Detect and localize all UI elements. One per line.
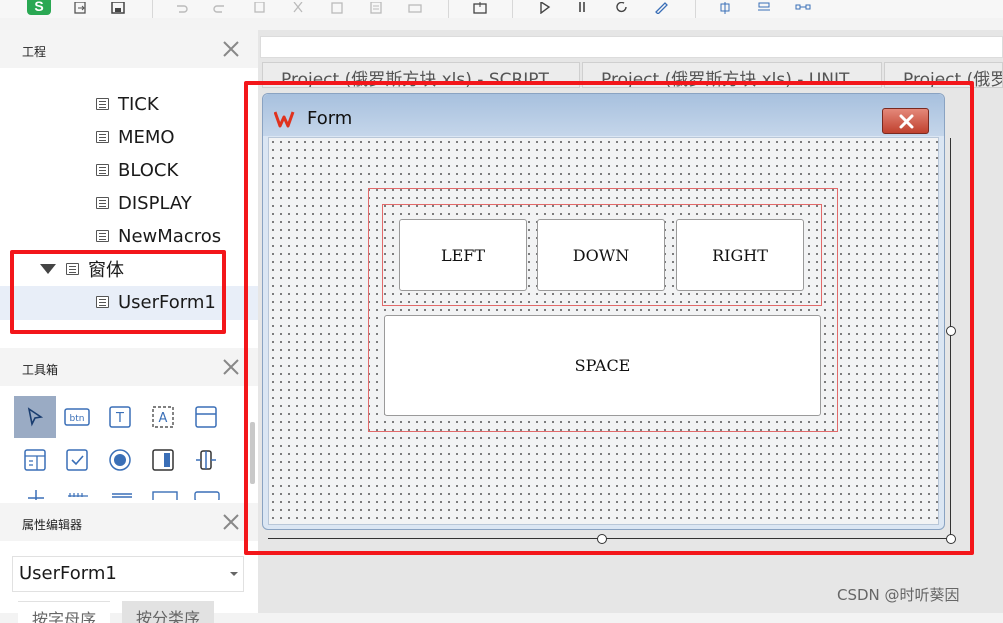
chevron-down-icon — [230, 572, 238, 576]
tree-item-label: DISPLAY — [118, 192, 192, 214]
module-icon — [96, 230, 109, 242]
property-object-select[interactable]: UserForm1 — [12, 556, 244, 592]
tree-item-label: MEMO — [118, 126, 175, 148]
redo-icon[interactable] — [210, 0, 230, 14]
toolbar: S — [0, 0, 1003, 18]
toggle-button-tool-icon[interactable] — [142, 439, 184, 481]
scrollbar-tool-icon[interactable] — [26, 490, 46, 500]
toolbox-overflow-row — [0, 484, 250, 500]
save-icon[interactable] — [108, 0, 128, 14]
property-panel-title: 属性编辑器 — [22, 518, 83, 532]
tree-item-label: TICK — [118, 93, 159, 115]
app-logo-icon: S — [27, 0, 51, 15]
textbox-tool-icon[interactable]: A — [142, 396, 184, 438]
label-tool-text: T — [115, 411, 124, 426]
distribute-icon[interactable] — [754, 0, 774, 14]
label-tool-icon[interactable]: T — [99, 396, 141, 438]
cut-icon[interactable] — [288, 0, 308, 14]
close-icon[interactable] — [222, 513, 240, 531]
run-icon[interactable] — [534, 0, 554, 14]
watermark: CSDN @时听葵因 — [837, 586, 960, 604]
tabstrip-tool-icon[interactable] — [66, 490, 90, 500]
tree-item-block[interactable]: BLOCK — [96, 154, 178, 186]
project-panel-title: 工程 — [22, 45, 47, 59]
module-icon — [96, 131, 109, 143]
reset-icon[interactable] — [612, 0, 632, 14]
button-tool-icon[interactable] — [194, 490, 220, 500]
pause-icon[interactable] — [572, 0, 592, 14]
annotation-highlight-form — [244, 81, 974, 555]
pointer-tool-icon[interactable] — [14, 396, 56, 438]
undo-icon[interactable] — [171, 0, 191, 14]
align-icon[interactable] — [715, 0, 735, 14]
tab-categorized[interactable]: 按分类序 — [122, 601, 215, 623]
multipage-tool-icon[interactable] — [110, 490, 134, 500]
property-panel-header: 属性编辑器 — [0, 503, 258, 541]
design-mode-icon[interactable] — [652, 0, 672, 14]
close-icon[interactable] — [222, 358, 240, 376]
tree-item-memo[interactable]: MEMO — [96, 121, 175, 153]
print-icon[interactable] — [405, 0, 425, 14]
editor-address-strip — [260, 36, 1003, 58]
property-object-value: UserForm1 — [19, 563, 117, 584]
tree-item-tick[interactable]: TICK — [96, 88, 159, 120]
module-icon — [96, 164, 109, 176]
checkbox-tool-icon[interactable] — [56, 439, 98, 481]
toolbox-panel-header: 工具箱 — [0, 348, 258, 386]
spin-button-tool-icon[interactable] — [185, 439, 227, 481]
toolbox-panel-title: 工具箱 — [22, 363, 59, 377]
export-icon[interactable] — [70, 0, 90, 14]
paste-icon[interactable] — [327, 0, 347, 14]
insert-form-icon[interactable] — [470, 0, 490, 14]
project-panel-header: 工程 — [0, 30, 258, 68]
tree-item-label: BLOCK — [118, 159, 179, 181]
tree-item-label: NewMacros — [118, 225, 222, 247]
copy-icon[interactable] — [250, 0, 270, 14]
module-icon — [96, 197, 109, 209]
combobox-tool-icon[interactable] — [14, 439, 56, 481]
textbox-tool-text: A — [159, 411, 168, 426]
option-button-tool-icon[interactable] — [99, 439, 141, 481]
spacing-icon[interactable] — [793, 0, 813, 14]
paste-special-icon[interactable] — [366, 0, 386, 14]
btn-text: btn — [70, 414, 85, 424]
module-icon — [96, 98, 109, 110]
annotation-highlight-tree — [10, 250, 226, 334]
image-tool-icon[interactable] — [152, 490, 178, 500]
command-button-tool-icon[interactable]: btn — [56, 396, 98, 438]
tree-item-display[interactable]: DISPLAY — [96, 187, 192, 219]
tree-item-newmacros[interactable]: NewMacros — [96, 220, 221, 252]
tab-alphabetical[interactable]: 按字母序 — [18, 601, 111, 623]
close-icon[interactable] — [222, 40, 240, 58]
frame-tool-icon[interactable] — [185, 396, 227, 438]
